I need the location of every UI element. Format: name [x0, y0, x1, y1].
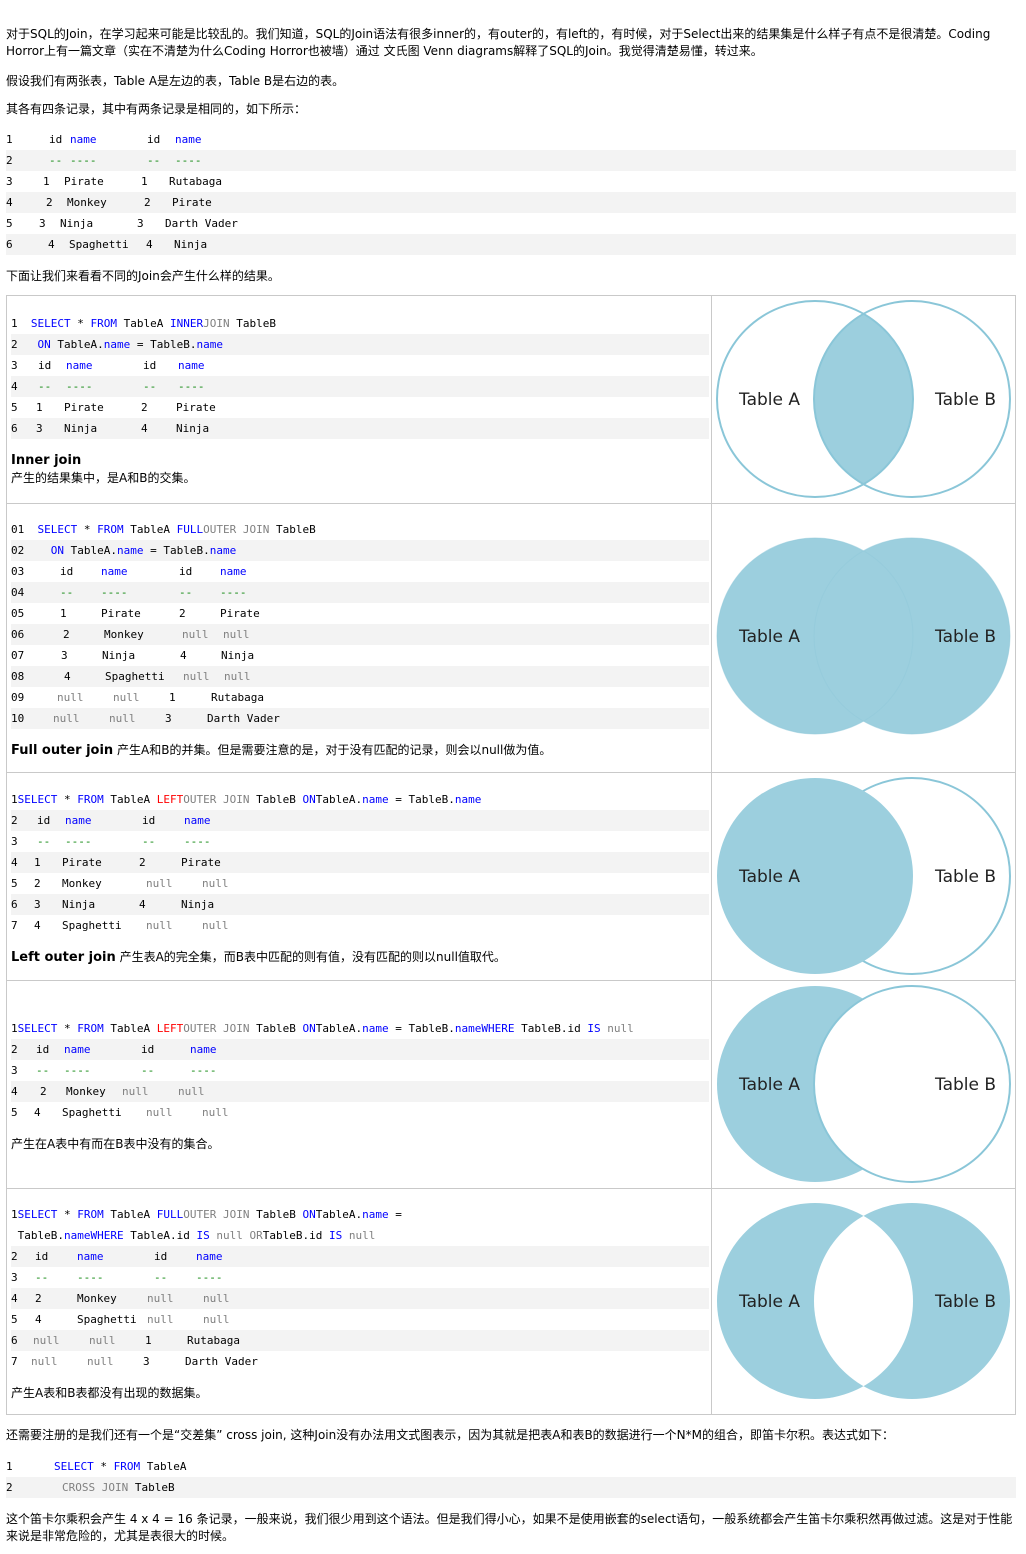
label-table-b: Table B	[934, 1075, 996, 1095]
inner-join-description: 产生的结果集中，是A和B的交集。	[11, 471, 196, 485]
inner-join-code: 1 SELECT * FROM TableA INNERJOIN TableB …	[7, 296, 712, 503]
left-only-venn: Table A Table B	[711, 981, 1015, 1188]
code-line: 3 -- ---- -- ----	[11, 835, 211, 848]
cross-join-note: 这个笛卡尔乘积会产生 4 x 4 = 16 条记录，一般来说，我们很少用到这个语…	[6, 1512, 1013, 1543]
code-line: 2 id name id name	[11, 1246, 709, 1267]
code-line: 5 3 Ninja 3 Darth Vader	[6, 213, 1016, 234]
code-line: 5 4 Spaghetti null null	[11, 1106, 229, 1119]
code-line: 03 id name id name	[11, 565, 247, 578]
label-table-b: Table B	[934, 390, 996, 410]
left-outer-join-section: 1SELECT * FROM TableA LEFTOUTER JOIN Tab…	[6, 772, 1016, 981]
code-line: 2 id name id name	[11, 810, 709, 831]
code-line: 2 ON TableA.name = TableB.name	[11, 334, 709, 355]
code-line: 1 id name id name	[6, 129, 1016, 150]
code-line: TableB.nameWHERE TableA.id IS null ORTab…	[17, 1229, 376, 1242]
left-outer-join-description: Left outer join 产生表A的完全集，而B表中匹配的则有值，没有匹配…	[11, 950, 506, 965]
code-line: 1SELECT * FROM TableA LEFTOUTER JOIN Tab…	[11, 793, 482, 806]
venn-diagram: Table A Table B	[717, 1203, 1010, 1399]
code-line: 06 2 Monkey null null	[11, 624, 709, 645]
code-line: 4 2 Monkey null null	[11, 1288, 709, 1309]
venn-diagram: Table A Table B	[716, 537, 1011, 735]
code-line: 07 3 Ninja 4 Ninja	[11, 649, 255, 662]
code-line: 6 3 Ninja 4 Ninja	[11, 894, 709, 915]
code-line: 10 null null 3 Darth Vader	[11, 708, 709, 729]
label-table-a: Table A	[738, 627, 800, 647]
left-only-description: 产生在A表中有而在B表中没有的集合。	[11, 1137, 220, 1151]
code-line: 2 CROSS JOIN TableB	[6, 1477, 1016, 1498]
left-only-section: 1SELECT * FROM TableA LEFTOUTER JOIN Tab…	[6, 980, 1016, 1189]
label-table-a: Table A	[738, 390, 800, 410]
code-line: 3 id name id name	[11, 359, 205, 372]
intro-paragraph-2: 假设我们有两张表，Table A是左边的表，Table B是右边的表。	[6, 74, 345, 88]
inner-join-title: Inner join	[11, 453, 82, 468]
cross-join-paragraph: 还需要注册的是我们还有一个是“交差集” cross join, 这种Join没有…	[6, 1428, 895, 1442]
code-line: 3 1 Pirate 1 Rutabaga	[6, 171, 1016, 192]
label-table-b: Table B	[934, 867, 996, 887]
code-line: 1 SELECT * FROM TableA	[6, 1456, 1016, 1477]
code-line: 05 1 Pirate 2 Pirate	[11, 607, 260, 620]
code-line: 7 4 Spaghetti null null	[11, 919, 229, 932]
left-outer-join-code: 1SELECT * FROM TableA LEFTOUTER JOIN Tab…	[7, 773, 712, 980]
full-outer-join-section: 01 SELECT * FROM TableA FULLOUTER JOIN T…	[6, 503, 1016, 773]
transition-text: 下面让我们来看看不同的Join会产生什么样的结果。	[6, 269, 280, 283]
code-line: 2 -- ---- -- ----	[6, 150, 1016, 171]
label-table-a: Table A	[738, 1075, 800, 1095]
outer-only-section: 1SELECT * FROM TableA FULLOUTER JOIN Tab…	[6, 1188, 1016, 1415]
code-line: 1 SELECT * FROM TableA INNERJOIN TableB	[11, 317, 276, 330]
code-line: 09 null null 1 Rutabaga	[11, 691, 264, 704]
code-line: 1SELECT * FROM TableA LEFTOUTER JOIN Tab…	[11, 1022, 634, 1035]
full-outer-join-code: 01 SELECT * FROM TableA FULLOUTER JOIN T…	[7, 504, 712, 772]
full-outer-join-description: Full outer join 产生A和B的并集。但是需要注意的是，对于没有匹配…	[11, 743, 552, 758]
label-table-b: Table B	[934, 1292, 996, 1312]
label-table-b: Table B	[934, 627, 996, 647]
outer-only-venn: Table A Table B	[711, 1189, 1015, 1414]
code-line: 4 2 Monkey 2 Pirate	[6, 192, 1016, 213]
code-line: 3 -- ---- -- ----	[11, 1271, 223, 1284]
full-outer-join-venn: Table A Table B	[711, 504, 1015, 772]
code-line: 4 2 Monkey null null	[11, 1081, 709, 1102]
code-line: 4 1 Pirate 2 Pirate	[11, 852, 709, 873]
left-only-code: 1SELECT * FROM TableA LEFTOUTER JOIN Tab…	[7, 981, 712, 1188]
code-line: 6 3 Ninja 4 Ninja	[11, 418, 709, 439]
code-line: 4 -- ---- -- ----	[11, 376, 709, 397]
code-line: 5 2 Monkey null null	[11, 877, 229, 890]
outer-only-description: 产生A表和B表都没有出现的数据集。	[11, 1386, 208, 1400]
venn-diagram: Table A Table B	[717, 777, 1011, 975]
code-line: 1SELECT * FROM TableA FULLOUTER JOIN Tab…	[11, 1208, 402, 1221]
code-line: 7 null null 3 Darth Vader	[11, 1355, 258, 1368]
code-line: 2 id name id name	[11, 1039, 709, 1060]
code-line: 02 ON TableA.name = TableB.name	[11, 540, 709, 561]
code-line: 6 null null 1 Rutabaga	[11, 1330, 709, 1351]
label-table-a: Table A	[738, 1292, 800, 1312]
venn-diagram: Table A Table B	[717, 985, 1011, 1183]
intro-paragraph-3: 其各有四条记录，其中有两条记录是相同的，如下所示：	[6, 102, 307, 116]
code-line: 6 4 Spaghetti 4 Ninja	[6, 234, 1016, 255]
code-line: 04 -- ---- -- ----	[11, 582, 709, 603]
code-line: 01 SELECT * FROM TableA FULLOUTER JOIN T…	[11, 523, 316, 536]
outer-only-code: 1SELECT * FROM TableA FULLOUTER JOIN Tab…	[7, 1189, 712, 1414]
inner-join-venn: Table A Table B	[711, 296, 1015, 503]
code-line: 3 -- ---- -- ----	[11, 1064, 217, 1077]
intro-paragraph-1: 对于SQL的Join，在学习起来可能是比较乱的。我们知道，SQL的Join语法有…	[6, 27, 991, 58]
inner-join-section: 1 SELECT * FROM TableA INNERJOIN TableB …	[6, 295, 1016, 504]
code-line: 5 4 Spaghetti null null	[11, 1313, 230, 1326]
left-outer-join-venn: Table A Table B	[711, 773, 1015, 980]
code-line: 08 4 Spaghetti null null	[11, 666, 709, 687]
label-table-a: Table A	[738, 867, 800, 887]
code-line: 5 1 Pirate 2 Pirate	[11, 401, 216, 414]
venn-diagram: Table A Table B	[716, 300, 1011, 498]
